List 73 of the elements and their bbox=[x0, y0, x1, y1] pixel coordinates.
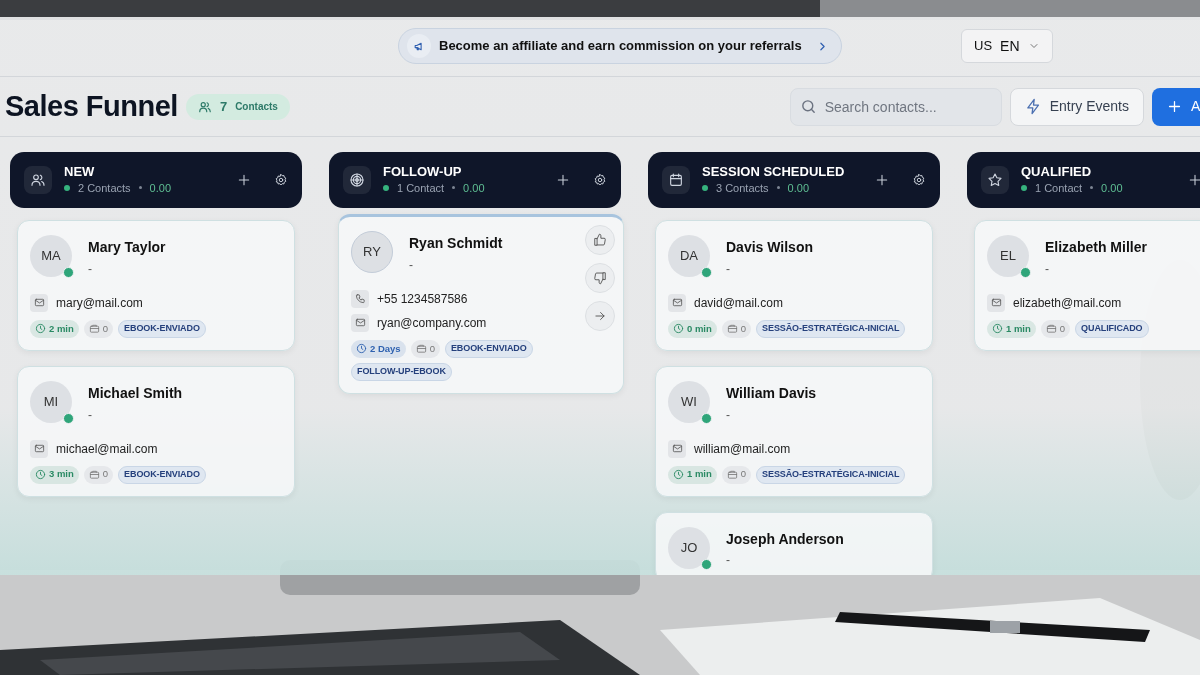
contact-count: 1 Contact bbox=[1035, 180, 1083, 196]
page-title: Sales Funnel bbox=[5, 89, 178, 124]
email-address: michael@mail.com bbox=[56, 440, 158, 458]
contact-card[interactable]: MA Mary Taylor - mary@mail.com 2 min 0 EBOOK-ENVIADO bbox=[17, 220, 295, 351]
avatar: EL bbox=[987, 235, 1029, 277]
contact-name: William Davis bbox=[726, 384, 817, 402]
email-address: ryan@company.com bbox=[377, 314, 487, 332]
contact-name: Davis Wilson bbox=[726, 239, 813, 256]
contact-card[interactable]: DA Davis Wilson - david@mail.com 0 min 0 SESSÃO-ESTRATÉGICA-INICIAL bbox=[655, 220, 933, 351]
contact-count: 3 Contacts bbox=[716, 180, 769, 196]
contact-name: Elizabeth Miller bbox=[1045, 239, 1147, 256]
task-count-chip: 0 bbox=[1040, 319, 1071, 338]
contact-name: Mary Taylor bbox=[88, 239, 166, 256]
tag: SESSÃO-ESTRATÉGICA-INICIAL bbox=[756, 465, 906, 484]
task-count-chip: 0 bbox=[721, 319, 752, 338]
task-count-chip: 0 bbox=[83, 465, 114, 484]
column-amount: 0.00 bbox=[1101, 180, 1123, 196]
email-address: mary@mail.com bbox=[56, 294, 143, 312]
contact-subtitle: - bbox=[726, 260, 731, 278]
entry-events-button[interactable]: Entry Events bbox=[1009, 87, 1144, 126]
contact-card[interactable]: MI Michael Smith - michael@mail.com 3 min 0 EBOOK-ENVIADO bbox=[17, 365, 295, 497]
column-amount: 0.00 bbox=[149, 180, 171, 196]
column-title: FOLLOW-UP bbox=[383, 163, 463, 180]
tag: EBOOK-ENVIADO bbox=[118, 319, 206, 338]
contacts-count-badge: 7 Contacts bbox=[185, 93, 290, 120]
avatar: JO bbox=[668, 526, 710, 569]
language-selector[interactable]: US EN bbox=[961, 29, 1053, 63]
column-amount: 0.00 bbox=[787, 180, 809, 196]
task-count-chip: 0 bbox=[721, 465, 752, 484]
contact-count: 2 Contacts bbox=[78, 180, 131, 196]
column-title: QUALIFIED bbox=[1021, 163, 1093, 180]
column-title: SESSION SCHEDULED bbox=[702, 163, 845, 180]
contact-name: Joseph Anderson bbox=[726, 530, 844, 548]
column-amount: 0.00 bbox=[463, 180, 485, 196]
tag: EBOOK-ENVIADO bbox=[444, 339, 533, 358]
avatar: RY bbox=[351, 231, 393, 273]
contact-subtitle: - bbox=[726, 552, 731, 570]
email-address: william@mail.com bbox=[694, 440, 791, 458]
contact-card[interactable]: EL Elizabeth Miller - elizabeth@mail.com 1 min 0 QUALIFICADO bbox=[974, 220, 1200, 351]
contact-count: 1 Contact bbox=[397, 180, 445, 196]
time-chip: 1 min bbox=[987, 319, 1036, 338]
avatar: WI bbox=[668, 380, 710, 423]
tag: QUALIFICADO bbox=[1075, 319, 1149, 338]
affiliate-banner[interactable]: Become an affiliate and earn commission on your referrals bbox=[398, 28, 842, 64]
phone-number: +55 1234587586 bbox=[377, 290, 468, 308]
column-title: NEW bbox=[64, 163, 96, 180]
avatar: MA bbox=[30, 235, 72, 277]
contact-subtitle: - bbox=[1045, 260, 1050, 278]
contact-name: Michael Smith bbox=[88, 384, 183, 402]
tag: FOLLOW-UP-EBOOK bbox=[351, 362, 452, 381]
contact-subtitle: - bbox=[88, 406, 93, 424]
email-address: david@mail.com bbox=[694, 294, 783, 312]
contact-subtitle: - bbox=[88, 260, 93, 278]
task-count-chip: 0 bbox=[83, 319, 114, 338]
time-chip: 3 min bbox=[30, 465, 79, 484]
time-chip: 2 min bbox=[30, 319, 79, 338]
add-button[interactable]: A bbox=[1152, 87, 1200, 126]
search-field[interactable]: Search contacts... bbox=[789, 87, 1002, 126]
contact-name: Ryan Schmidt bbox=[409, 235, 503, 252]
contact-card[interactable]: JO Joseph Anderson - bbox=[655, 511, 933, 575]
contact-card[interactable]: RY Ryan Schmidt - +55 1234587586 ryan@company.com 2 Days 0 EBOOK-ENVIADO FOLLOW-UP-EBOOK bbox=[338, 214, 624, 394]
contact-subtitle: - bbox=[409, 256, 414, 274]
tag: EBOOK-ENVIADO bbox=[118, 465, 206, 484]
email-address: elizabeth@mail.com bbox=[1013, 294, 1122, 312]
tag: SESSÃO-ESTRATÉGICA-INICIAL bbox=[756, 319, 906, 338]
time-chip: 2 Days bbox=[351, 339, 406, 358]
task-count-chip: 0 bbox=[410, 339, 440, 358]
time-chip: 0 min bbox=[668, 319, 717, 338]
avatar: DA bbox=[668, 235, 710, 277]
contact-subtitle: - bbox=[726, 406, 731, 424]
contact-card[interactable]: WI William Davis - william@mail.com 1 min 0 SESSÃO-ESTRATÉGICA-INICIAL bbox=[655, 365, 933, 497]
avatar: MI bbox=[30, 380, 72, 423]
time-chip: 1 min bbox=[668, 465, 717, 484]
